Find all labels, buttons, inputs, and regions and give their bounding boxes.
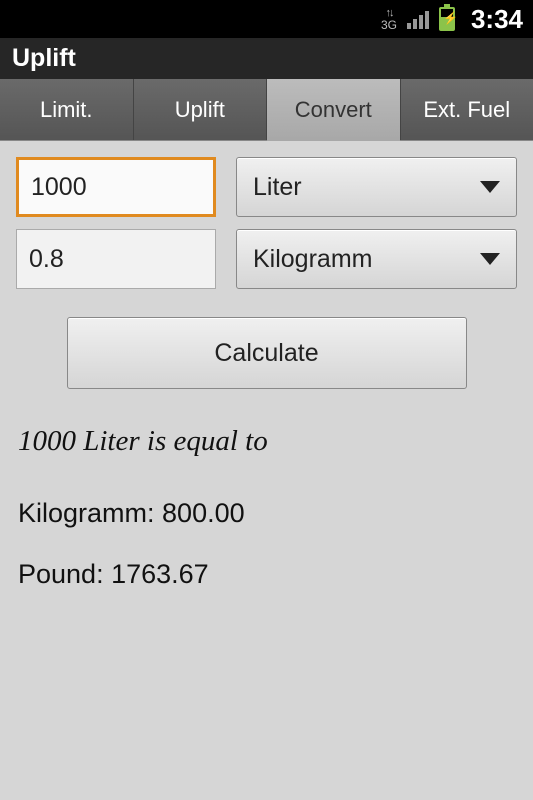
- result-lb: Pound: 1763.67: [16, 559, 517, 590]
- row-amount: Liter: [16, 157, 517, 217]
- status-bar: ↑↓ 3G ⚡ 3:34: [0, 0, 533, 38]
- result-kg: Kilogramm: 800.00: [16, 498, 517, 529]
- unit2-dropdown[interactable]: Kilogramm: [236, 229, 517, 289]
- battery-icon: ⚡: [439, 7, 455, 31]
- tab-limit[interactable]: Limit.: [0, 79, 134, 140]
- tab-bar: Limit. Uplift Convert Ext. Fuel: [0, 79, 533, 141]
- content-area: Liter Kilogramm Calculate 1000 Liter is …: [0, 141, 533, 606]
- tab-ext-fuel[interactable]: Ext. Fuel: [401, 79, 533, 140]
- chevron-down-icon: [480, 253, 500, 265]
- unit2-label: Kilogramm: [253, 245, 372, 274]
- network-3g-icon: ↑↓ 3G: [381, 8, 397, 31]
- amount-input[interactable]: [16, 157, 216, 217]
- chevron-down-icon: [480, 181, 500, 193]
- tab-convert[interactable]: Convert: [267, 79, 401, 140]
- calculate-button[interactable]: Calculate: [67, 317, 467, 389]
- clock: 3:34: [471, 4, 523, 35]
- unit1-label: Liter: [253, 173, 302, 202]
- app-title: Uplift: [0, 38, 533, 79]
- tab-uplift[interactable]: Uplift: [134, 79, 268, 140]
- unit1-dropdown[interactable]: Liter: [236, 157, 517, 217]
- row-density: Kilogramm: [16, 229, 517, 289]
- density-input[interactable]: [16, 229, 216, 289]
- signal-icon: [407, 9, 429, 29]
- equal-line: 1000 Liter is equal to: [16, 425, 517, 458]
